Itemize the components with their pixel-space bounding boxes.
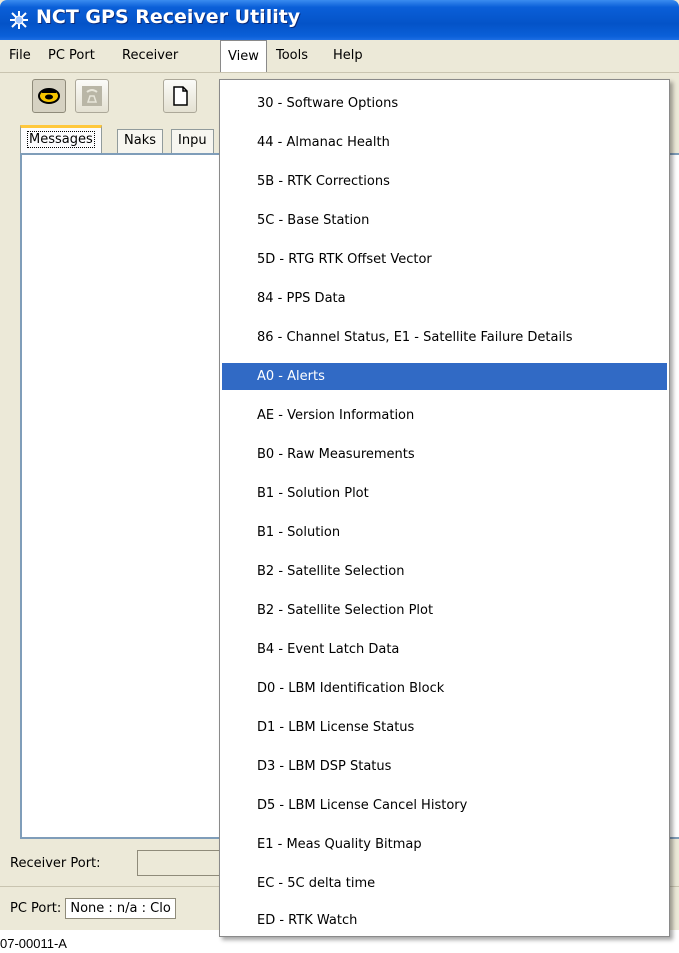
menu-pc-port[interactable]: PC Port (41, 40, 102, 72)
view-menu-item[interactable]: B4 - Event Latch Data (222, 636, 667, 663)
view-menu-item[interactable]: 44 - Almanac Health (222, 129, 667, 156)
menu-receiver[interactable]: Receiver (115, 40, 185, 72)
phone-disconnect-icon (82, 86, 102, 106)
view-menu-dropdown: 30 - Software Options 44 - Almanac Healt… (219, 79, 670, 937)
tab-input[interactable]: Inpu (171, 129, 214, 153)
view-menu-item[interactable]: AE - Version Information (222, 402, 667, 429)
view-menu-item[interactable]: ED - RTK Watch (222, 909, 667, 935)
menu-bar: File PC Port Receiver View Tools Help (0, 40, 679, 73)
view-menu-item[interactable]: 84 - PPS Data (222, 285, 667, 312)
view-menu-item[interactable]: B2 - Satellite Selection Plot (222, 597, 667, 624)
pc-port-status: PC Port: None : n/a : Clo (10, 898, 176, 919)
view-menu-item[interactable]: D1 - LBM License Status (222, 714, 667, 741)
view-menu-item[interactable]: B0 - Raw Measurements (222, 441, 667, 468)
menu-help[interactable]: Help (326, 40, 370, 72)
view-menu-item[interactable]: E1 - Meas Quality Bitmap (222, 831, 667, 858)
receiver-port-label: Receiver Port: (10, 856, 101, 871)
figure-caption: 07-00011-A (0, 936, 67, 951)
view-menu-item[interactable]: D5 - LBM License Cancel History (222, 792, 667, 819)
tab-messages-label: Messages (27, 131, 95, 148)
menu-tools[interactable]: Tools (269, 40, 315, 72)
disconnect-button[interactable] (75, 79, 109, 113)
pc-port-label: PC Port: (10, 901, 62, 916)
view-menu-item[interactable]: 86 - Channel Status, E1 - Satellite Fail… (222, 324, 667, 351)
view-menu-item[interactable]: B1 - Solution Plot (222, 480, 667, 507)
view-menu-item[interactable]: D0 - LBM Identification Block (222, 675, 667, 702)
view-menu-item[interactable]: EC - 5C delta time (222, 870, 667, 897)
tab-naks[interactable]: Naks (117, 129, 163, 153)
satellite-icon (10, 11, 28, 29)
menu-view[interactable]: View (220, 40, 267, 72)
view-menu-item[interactable]: 30 - Software Options (222, 90, 667, 117)
new-document-button[interactable] (163, 79, 197, 113)
view-menu-item[interactable]: D3 - LBM DSP Status (222, 753, 667, 780)
view-menu-item[interactable]: B2 - Satellite Selection (222, 558, 667, 585)
connect-button[interactable] (32, 79, 66, 113)
view-menu-item[interactable]: 5D - RTG RTK Offset Vector (222, 246, 667, 273)
tab-messages[interactable]: Messages (20, 125, 102, 154)
phone-connect-icon (38, 88, 60, 104)
view-menu-item[interactable]: 5C - Base Station (222, 207, 667, 234)
menu-file[interactable]: File (2, 40, 38, 72)
receiver-port-field (137, 850, 227, 876)
new-document-icon (173, 86, 188, 106)
view-menu-item[interactable]: B1 - Solution (222, 519, 667, 546)
view-menu-item-selected[interactable]: A0 - Alerts (222, 363, 667, 390)
view-menu-item[interactable]: 5B - RTK Corrections (222, 168, 667, 195)
pc-port-value: None : n/a : Clo (65, 898, 176, 919)
title-bar[interactable]: NCT GPS Receiver Utility (0, 0, 679, 40)
window-title: NCT GPS Receiver Utility (36, 6, 301, 28)
